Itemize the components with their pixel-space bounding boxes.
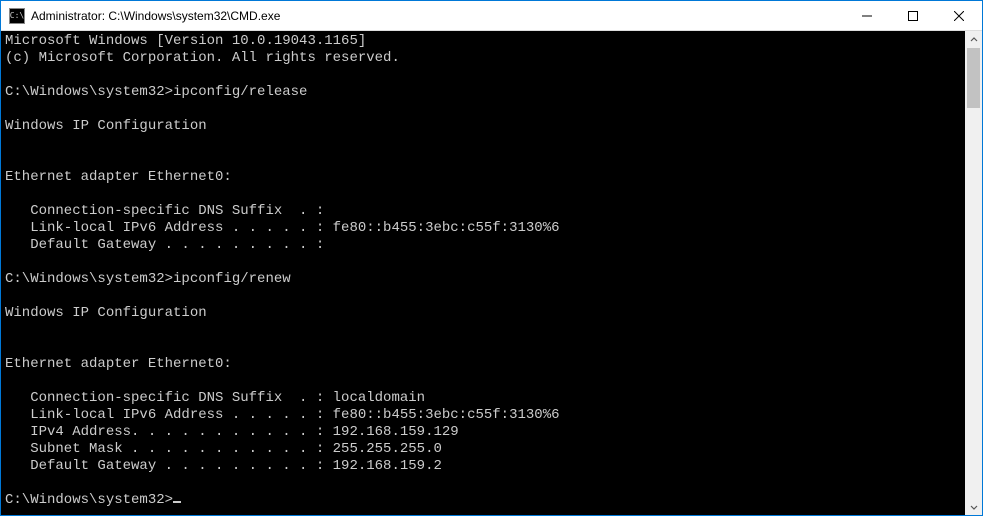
output-line: Ethernet adapter Ethernet0:	[5, 169, 232, 185]
output-line: Ethernet adapter Ethernet0:	[5, 356, 232, 372]
scrollbar-track[interactable]	[965, 48, 982, 498]
prompt: C:\Windows\system32>	[5, 492, 173, 508]
output-line: Default Gateway . . . . . . . . . : 192.…	[5, 458, 442, 474]
banner-line: (c) Microsoft Corporation. All rights re…	[5, 50, 400, 66]
command-text: ipconfig/release	[173, 84, 307, 100]
output-line: Windows IP Configuration	[5, 305, 207, 321]
output-line: Connection-specific DNS Suffix . :	[5, 203, 324, 219]
output-line: Connection-specific DNS Suffix . : local…	[5, 390, 425, 406]
client-area: Microsoft Windows [Version 10.0.19043.11…	[1, 31, 982, 515]
close-button[interactable]	[936, 1, 982, 31]
cmd-icon: C:\	[9, 8, 25, 24]
window-title: Administrator: C:\Windows\system32\CMD.e…	[31, 9, 280, 23]
output-line: Link-local IPv6 Address . . . . . : fe80…	[5, 407, 560, 423]
maximize-icon	[908, 11, 918, 21]
output-line: Windows IP Configuration	[5, 118, 207, 134]
vertical-scrollbar[interactable]	[965, 31, 982, 515]
scrollbar-thumb[interactable]	[967, 48, 980, 108]
prompt: C:\Windows\system32>	[5, 84, 173, 100]
scroll-down-button[interactable]	[965, 498, 982, 515]
output-line: IPv4 Address. . . . . . . . . . . : 192.…	[5, 424, 459, 440]
prompt: C:\Windows\system32>	[5, 271, 173, 287]
output-line: Subnet Mask . . . . . . . . . . . : 255.…	[5, 441, 442, 457]
close-icon	[954, 11, 964, 21]
command-text: ipconfig/renew	[173, 271, 291, 287]
titlebar[interactable]: C:\ Administrator: C:\Windows\system32\C…	[1, 1, 982, 31]
text-cursor	[173, 501, 181, 503]
minimize-icon	[862, 11, 872, 21]
maximize-button[interactable]	[890, 1, 936, 31]
chevron-down-icon	[970, 503, 978, 511]
scroll-up-button[interactable]	[965, 31, 982, 48]
cmd-window: C:\ Administrator: C:\Windows\system32\C…	[0, 0, 983, 516]
banner-line: Microsoft Windows [Version 10.0.19043.11…	[5, 33, 366, 49]
chevron-up-icon	[970, 36, 978, 44]
output-line: Link-local IPv6 Address . . . . . : fe80…	[5, 220, 560, 236]
terminal-output[interactable]: Microsoft Windows [Version 10.0.19043.11…	[1, 31, 965, 515]
output-line: Default Gateway . . . . . . . . . :	[5, 237, 324, 253]
minimize-button[interactable]	[844, 1, 890, 31]
